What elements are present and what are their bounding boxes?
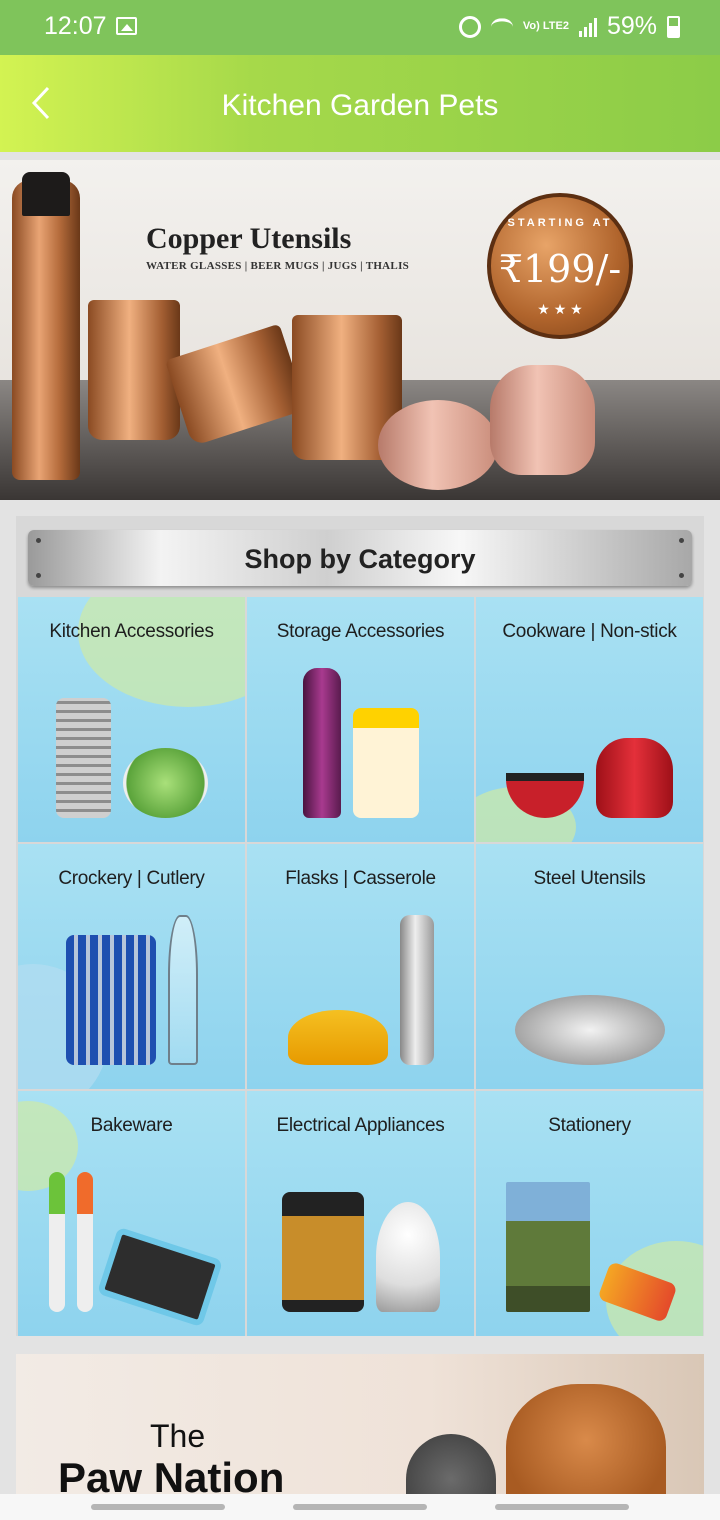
- category-grid: Kitchen Accessories Storage Accessories …: [18, 597, 704, 1336]
- category-tile-steel-utensils[interactable]: Steel Utensils: [476, 844, 703, 1089]
- banner-subtitle: WATER GLASSES | BEER MUGS | JUGS | THALI…: [146, 260, 410, 272]
- status-bar: 12:07 Vo) LTE2 59%: [0, 0, 720, 55]
- category-section: Shop by Category Kitchen Accessories Sto…: [16, 516, 704, 1336]
- section-title: Shop by Category: [244, 544, 476, 574]
- category-image: [506, 924, 673, 1065]
- wifi-icon: [490, 17, 513, 36]
- notebook-image: [506, 1182, 591, 1312]
- jar-image: [352, 708, 419, 818]
- nav-recents-handle[interactable]: [91, 1504, 225, 1510]
- category-image: [48, 915, 215, 1065]
- category-label: Crockery | Cutlery: [58, 868, 205, 889]
- copper-bottle-image: [12, 172, 80, 480]
- category-tile-kitchen-accessories[interactable]: Kitchen Accessories: [18, 597, 245, 842]
- category-image: [506, 677, 673, 818]
- promo-line-1: The: [150, 1418, 206, 1454]
- image-icon: [116, 17, 137, 35]
- category-tile-bakeware[interactable]: Bakeware: [18, 1091, 245, 1336]
- dog-image: [506, 1384, 666, 1504]
- category-tile-flasks-casserole[interactable]: Flasks | Casserole: [247, 844, 474, 1089]
- battery-percent: 59%: [606, 12, 657, 40]
- category-image: [277, 915, 444, 1065]
- badge-price: ₹199/-: [498, 247, 622, 291]
- kadai-image: [506, 773, 584, 818]
- brush-image: [76, 1172, 93, 1312]
- category-label: Kitchen Accessories: [49, 621, 214, 642]
- batteries-image: [281, 1192, 364, 1312]
- category-label: Bakeware: [90, 1115, 173, 1136]
- category-label: Stationery: [548, 1115, 631, 1136]
- hero-banner[interactable]: Copper Utensils WATER GLASSES | BEER MUG…: [0, 160, 720, 500]
- paw-nation-banner[interactable]: The Paw Nation: [16, 1354, 704, 1504]
- flask-image: [399, 915, 434, 1065]
- network-label: Vo) LTE2: [522, 20, 569, 32]
- category-image: [277, 1171, 444, 1312]
- category-label: Cookware | Non-stick: [502, 621, 677, 642]
- category-label: Electrical Appliances: [276, 1115, 445, 1136]
- nav-back-handle[interactable]: [495, 1504, 629, 1510]
- category-label: Steel Utensils: [533, 868, 646, 889]
- baking-tray-image: [96, 1226, 223, 1328]
- category-tile-stationery[interactable]: Stationery: [476, 1091, 703, 1336]
- category-image: [506, 1171, 678, 1323]
- category-header-plate: Shop by Category: [28, 530, 692, 586]
- category-tile-cookware-non-stick[interactable]: Cookware | Non-stick: [476, 597, 703, 842]
- category-label: Flasks | Casserole: [285, 868, 436, 889]
- system-nav-bar: [0, 1494, 720, 1520]
- status-icons: Vo) LTE2 59%: [458, 12, 680, 41]
- category-image: [48, 1171, 223, 1328]
- spatula-image: [48, 1172, 65, 1312]
- grater-image: [55, 698, 111, 818]
- wine-glass-image: [167, 915, 198, 1065]
- category-image: [277, 668, 444, 818]
- battery-icon: [667, 15, 680, 38]
- bottle-image: [302, 668, 341, 818]
- steel-thali-image: [514, 995, 665, 1065]
- category-tile-storage-accessories[interactable]: Storage Accessories: [247, 597, 474, 842]
- led-bulb-image: [375, 1202, 440, 1312]
- casserole-image: [287, 1010, 388, 1065]
- pressure-cooker-image: [595, 738, 673, 818]
- signal-icon: [578, 17, 597, 37]
- badge-stars: ★ ★ ★: [537, 301, 583, 317]
- category-image: [48, 677, 215, 818]
- category-tile-crockery-cutlery[interactable]: Crockery | Cutlery: [18, 844, 245, 1089]
- badge-top-text: STARTING AT: [507, 217, 613, 229]
- page-title: Kitchen Garden Pets: [221, 89, 499, 122]
- nav-home-handle[interactable]: [293, 1504, 427, 1510]
- screw-decoration: [679, 538, 684, 543]
- status-time: 12:07: [44, 12, 107, 40]
- banner-title: Copper Utensils: [146, 222, 352, 255]
- category-tile-electrical-appliances[interactable]: Electrical Appliances: [247, 1091, 474, 1336]
- alarm-icon: [458, 15, 481, 38]
- screw-decoration: [36, 538, 41, 543]
- hammered-mug-image: [490, 365, 595, 475]
- cutlery-stand-image: [65, 935, 156, 1065]
- category-label: Storage Accessories: [276, 621, 445, 642]
- copper-glass-image: [88, 300, 180, 440]
- chopper-image: [122, 748, 208, 818]
- price-badge: STARTING AT ₹199/- ★ ★ ★: [487, 193, 633, 339]
- app-bar: Kitchen Garden Pets: [0, 55, 720, 152]
- hammered-mug-image: [378, 400, 498, 490]
